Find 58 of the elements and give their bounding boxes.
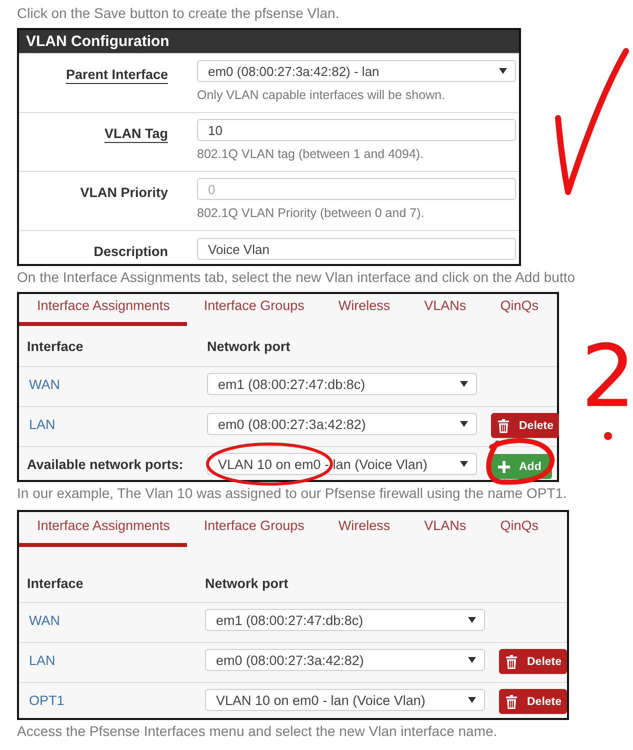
caption-text: Access the Pfsense Interfaces menu and select the new Vlan interface name. (17, 723, 498, 740)
help-text: 802.1Q VLAN tag (between 1 and 4094). (197, 146, 425, 162)
row-label: Available network ports: (26, 456, 184, 474)
handwritten-number: 2 (581, 337, 633, 417)
caret-icon (460, 421, 468, 427)
tab[interactable]: Interface Assignments (19, 294, 187, 326)
trash-icon (498, 418, 509, 432)
caption-text: Click on the Save button to create the pfsense Vlan. (17, 5, 340, 22)
field-label: VLAN Tag (104, 125, 168, 143)
delete-button[interactable]: Delete (491, 413, 559, 438)
caret-icon (460, 381, 468, 387)
interface-link[interactable]: OPT1 (19, 689, 64, 718)
tab[interactable]: Wireless (321, 512, 408, 547)
dot-icon (604, 432, 612, 440)
interface-link[interactable]: LAN (19, 413, 56, 446)
interface-link[interactable]: WAN (19, 373, 60, 406)
input-field[interactable]: 10 (197, 119, 516, 141)
caret-icon (499, 68, 507, 74)
tab[interactable]: VLANs (407, 512, 484, 547)
tab[interactable]: Wireless (321, 294, 408, 326)
interface-link[interactable]: LAN (19, 649, 56, 682)
interface-link[interactable]: WAN (19, 609, 60, 642)
caret-icon (460, 461, 468, 467)
help-text: Only VLAN capable interfaces will be shown. (197, 87, 446, 103)
plus-icon (498, 460, 510, 472)
dropdown-field[interactable]: VLAN 10 on em0 - lan (Voice Vlan) (205, 689, 485, 711)
tab[interactable]: QinQs (483, 512, 556, 547)
dropdown-field[interactable]: em0 (08:00:27:3a:42:82) (207, 413, 477, 435)
dropdown-field[interactable]: em0 (08:00:27:3a:42:82) - lan (197, 60, 516, 82)
caret-icon (468, 617, 476, 623)
caret-icon (468, 657, 476, 663)
tab[interactable]: Interface Groups (186, 512, 322, 547)
dropdown-field[interactable]: em1 (08:00:27:47:db:8c) (207, 373, 477, 395)
column-header: Network port (205, 575, 288, 593)
field-label: VLAN Priority (79, 184, 168, 202)
dropdown-field[interactable]: em1 (08:00:27:47:db:8c) (205, 609, 485, 631)
tab[interactable]: Interface Assignments (19, 512, 187, 547)
tab[interactable]: QinQs (483, 294, 556, 326)
delete-button[interactable]: Delete (499, 689, 567, 714)
dropdown-field[interactable]: em0 (08:00:27:3a:42:82) (205, 649, 485, 671)
input-field[interactable]: Voice Vlan (197, 238, 516, 260)
column-header: Interface (26, 575, 84, 593)
tab[interactable]: VLANs (407, 294, 484, 326)
checkmark-icon (553, 46, 631, 198)
caret-icon (468, 697, 476, 703)
panel-title: VLAN Configuration (19, 30, 519, 53)
caption-text: In our example, The Vlan 10 was assigned to our Pfsense firewall using the name OPT1. (17, 485, 568, 502)
trash-icon (506, 654, 517, 668)
caption-text: On the Interface Assignments tab, select the new Vlan interface and click on the Add butto (17, 269, 576, 286)
trash-icon (506, 694, 517, 708)
field-label: Description (92, 243, 168, 261)
dropdown-field[interactable]: VLAN 10 on em0 - lan (Voice Vlan) (207, 453, 477, 475)
help-text: 802.1Q VLAN Priority (between 0 and 7). (197, 205, 426, 221)
delete-button[interactable]: Delete (499, 649, 567, 674)
tab[interactable]: Interface Groups (186, 294, 322, 326)
column-header: Network port (207, 338, 290, 356)
field-label: Parent Interface (64, 66, 168, 84)
column-header: Interface (26, 338, 84, 356)
